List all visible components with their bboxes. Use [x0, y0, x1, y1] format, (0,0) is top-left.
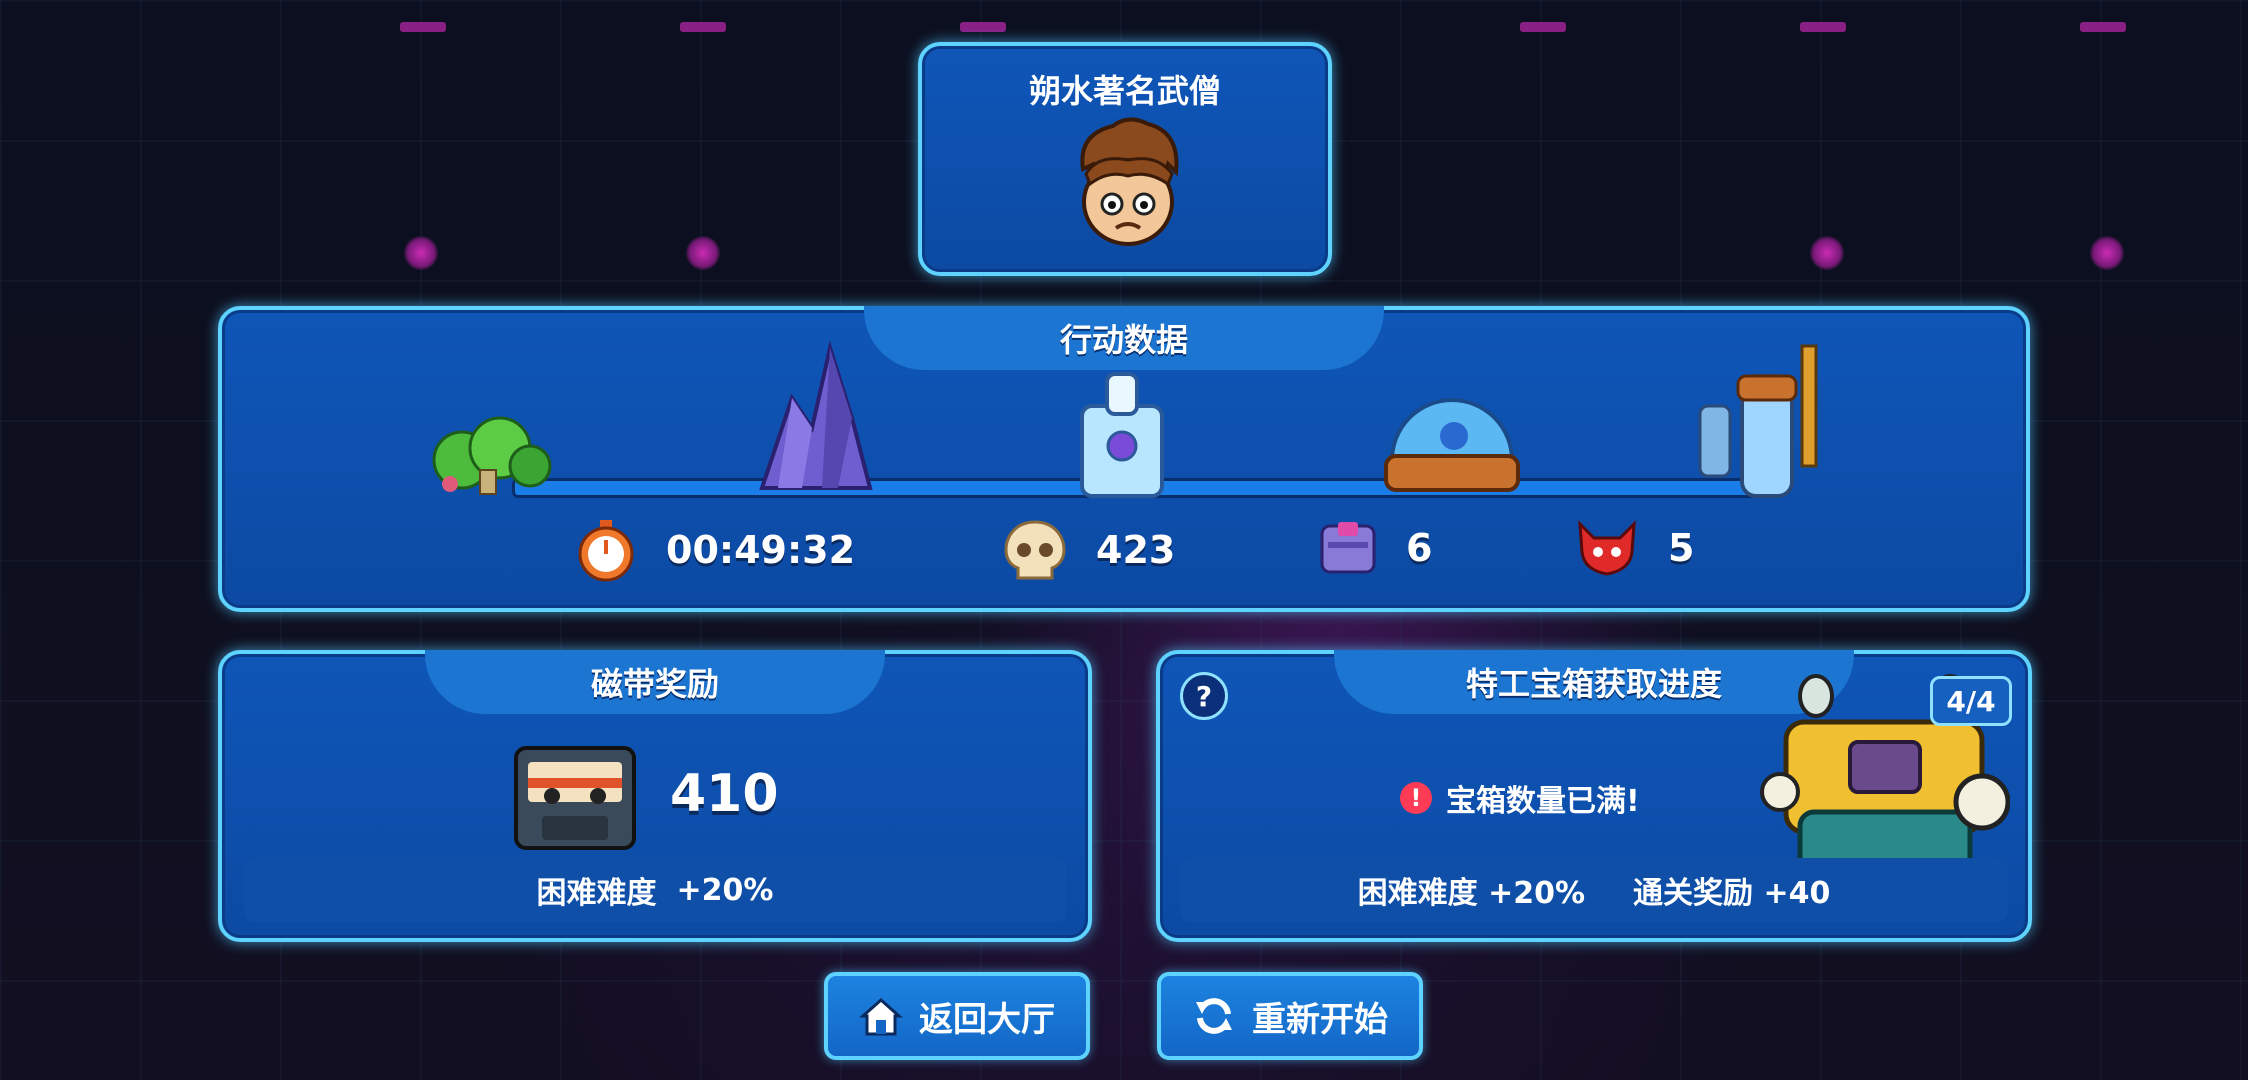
alert-icon: ! — [1400, 782, 1432, 814]
return-lobby-button[interactable]: 返回大厅 — [824, 972, 1090, 1060]
skull-icon — [1004, 520, 1066, 580]
chests-value: 6 — [1406, 526, 1433, 570]
tape-reward-title: 磁带奖励 — [425, 650, 885, 714]
chests-stat: 6 — [1318, 518, 1432, 578]
clear-reward-label: 通关奖励 — [1633, 876, 1754, 911]
tape-reward-panel: 磁带奖励 410 困难难度 +20% — [218, 650, 1092, 942]
lab-stage-icon — [1080, 372, 1164, 498]
time-value: 00:49:32 — [666, 528, 856, 572]
help-icon[interactable]: ? — [1180, 672, 1228, 720]
chest-full-text: 宝箱数量已满! — [1446, 784, 1640, 819]
restart-button[interactable]: 重新开始 — [1157, 972, 1423, 1060]
kills-value: 423 — [1096, 528, 1176, 572]
player-card: 朔水著名武僧 — [918, 42, 1332, 276]
background-lamp — [404, 236, 438, 270]
background-light — [1520, 22, 1566, 32]
difficulty-bonus-label: 困难难度 — [536, 876, 657, 911]
background-light — [400, 22, 446, 32]
agent-chest-panel: 特工宝箱获取进度 ? ! 宝箱数量已满! 4/4 困难难度 +20% 通关奖励 … — [1156, 650, 2032, 942]
dome-stage-icon — [1384, 398, 1520, 492]
stopwatch-icon — [578, 520, 634, 582]
forest-stage-icon — [432, 416, 552, 495]
demon-boss-icon — [1578, 520, 1636, 576]
chest-difficulty-label: 困难难度 — [1357, 876, 1478, 911]
return-lobby-label: 返回大厅 — [919, 999, 1055, 1040]
tape-reward-amount: 410 — [670, 764, 779, 824]
bosses-value: 5 — [1668, 526, 1695, 570]
chest-progress-badge: 4/4 — [1930, 676, 2012, 726]
background-lamp — [686, 236, 720, 270]
difficulty-bonus-value: +20% — [676, 872, 774, 908]
action-stats-panel: 行动数据 00:49:32 423 6 5 — [218, 306, 2030, 612]
kills-stat: 423 — [1002, 518, 1175, 582]
player-name: 朔水著名武僧 — [1028, 72, 1221, 110]
factory-stage-icon — [1698, 344, 1818, 498]
chest-difficulty-bonus: 困难难度 +20% — [1358, 868, 1585, 912]
crystal-stage-icon — [759, 340, 873, 490]
background-lamp — [2090, 236, 2124, 270]
clear-reward-bonus: 通关奖励 +40 — [1633, 868, 1830, 912]
bosses-stat: 5 — [1574, 518, 1694, 578]
clear-reward-value: +40 — [1763, 876, 1831, 911]
background-light — [680, 22, 726, 32]
chest-difficulty-value: +20% — [1488, 876, 1586, 911]
stats-panel-title: 行动数据 — [864, 306, 1384, 370]
chest-full-message: ! 宝箱数量已满! — [1400, 776, 1640, 820]
background-light — [960, 22, 1006, 32]
tape-bonus-bar: 困难难度 +20% — [244, 858, 1066, 922]
home-icon — [859, 997, 903, 1036]
monk-face-avatar-icon — [1080, 117, 1179, 246]
background-lamp — [1810, 236, 1844, 270]
refresh-icon — [1196, 998, 1232, 1034]
treasure-chest-icon — [1320, 522, 1376, 574]
restart-label: 重新开始 — [1252, 999, 1388, 1040]
time-stat: 00:49:32 — [574, 518, 855, 582]
background-light — [2080, 22, 2126, 32]
chest-bonus-bar: 困难难度 +20% 通关奖励 +40 — [1180, 858, 2008, 922]
cassette-tape-icon — [514, 746, 636, 850]
background-light — [1800, 22, 1846, 32]
